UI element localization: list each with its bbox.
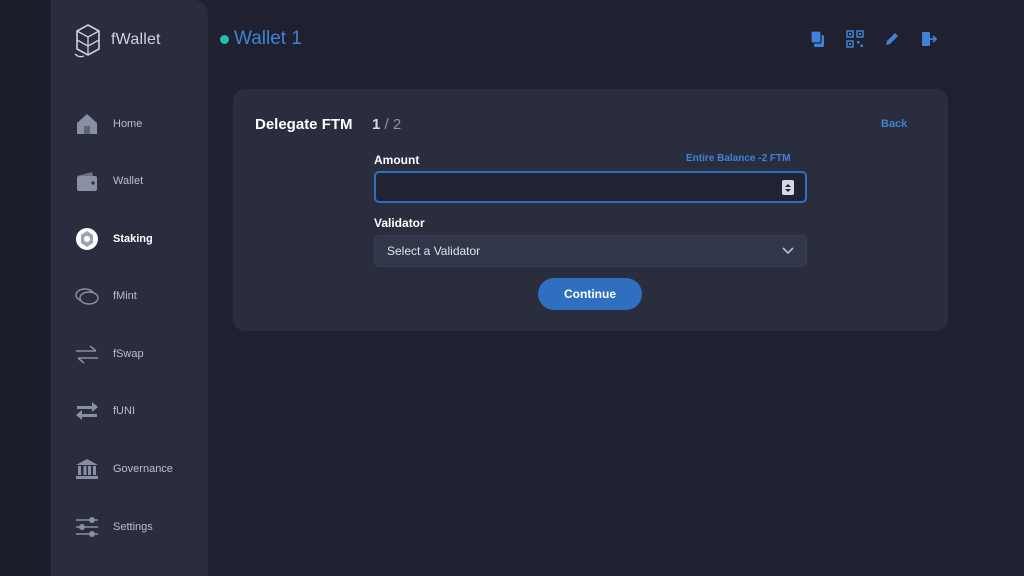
amount-input[interactable] <box>374 171 807 203</box>
sidebar: fWallet Home Wallet Staking fMint fSwap <box>51 0 208 576</box>
copy-icon[interactable] <box>808 29 828 49</box>
app-logo[interactable]: fWallet <box>73 21 161 59</box>
funi-icon <box>73 397 101 425</box>
chevron-down-icon <box>782 247 794 255</box>
sidebar-item-label: fMint <box>113 290 137 302</box>
validator-label: Validator <box>374 216 425 230</box>
app-name: fWallet <box>111 31 161 48</box>
sidebar-item-wallet[interactable]: Wallet <box>73 164 203 198</box>
left-gutter <box>0 0 51 576</box>
sidebar-item-label: fUNI <box>113 405 135 417</box>
step-current: 1 <box>372 116 381 133</box>
sidebar-item-label: Home <box>113 118 143 130</box>
sidebar-item-settings[interactable]: Settings <box>73 510 203 544</box>
fantom-logo-icon <box>74 24 100 58</box>
sidebar-item-fmint[interactable]: fMint <box>73 279 203 313</box>
staking-icon <box>73 225 101 253</box>
sidebar-item-label: fSwap <box>113 348 144 360</box>
qr-code-icon[interactable] <box>845 29 865 49</box>
delegate-card: Delegate FTM 1 / 2 Back Amount Entire Ba… <box>233 89 948 331</box>
validator-selected-value: Select a Validator <box>387 244 481 258</box>
governance-icon <box>73 455 101 483</box>
wallet-name: Wallet 1 <box>234 28 302 49</box>
page-title: Delegate FTM <box>255 116 353 133</box>
sidebar-item-governance[interactable]: Governance <box>73 452 203 486</box>
status-dot <box>220 34 229 44</box>
entire-balance-button[interactable]: Entire Balance -2 FTM <box>686 153 790 164</box>
amount-label: Amount <box>374 153 420 167</box>
sidebar-item-label: Governance <box>113 463 173 475</box>
home-icon <box>73 110 101 138</box>
sidebar-item-staking[interactable]: Staking <box>73 222 203 256</box>
header-actions <box>808 29 939 49</box>
sidebar-item-label: Staking <box>113 233 153 245</box>
fswap-icon <box>73 340 101 368</box>
validator-select[interactable]: Select a Validator <box>374 235 807 267</box>
continue-button[interactable]: Continue <box>538 278 642 310</box>
sidebar-item-label: Settings <box>113 521 153 533</box>
back-button[interactable]: Back <box>881 118 907 130</box>
wallet-icon <box>73 167 101 195</box>
fmint-icon <box>73 282 101 310</box>
logout-icon[interactable] <box>919 29 939 49</box>
settings-icon <box>73 513 101 541</box>
sidebar-item-funi[interactable]: fUNI <box>73 394 203 428</box>
wallet-title: Wallet 1 <box>220 27 302 51</box>
step-indicator: 1 / 2 <box>372 116 401 133</box>
stepper-up-icon[interactable] <box>785 183 791 187</box>
step-total: / 2 <box>384 116 402 133</box>
stepper-down-icon[interactable] <box>785 188 791 192</box>
amount-stepper[interactable] <box>782 180 794 195</box>
edit-icon[interactable] <box>882 29 902 49</box>
sidebar-item-fswap[interactable]: fSwap <box>73 337 203 371</box>
sidebar-item-home[interactable]: Home <box>73 107 203 141</box>
sidebar-item-label: Wallet <box>113 175 144 187</box>
